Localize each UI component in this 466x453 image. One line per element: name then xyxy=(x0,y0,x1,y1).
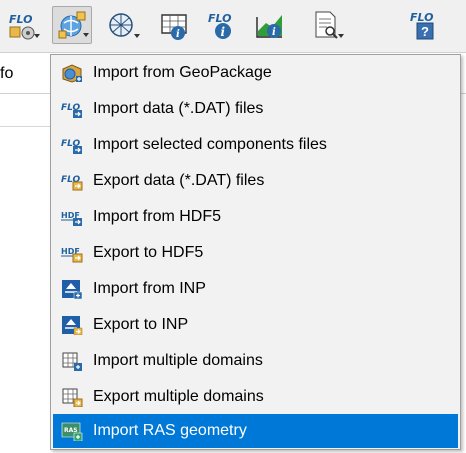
document-search-button[interactable] xyxy=(306,6,346,44)
flo-help-icon: FLO ? xyxy=(410,11,434,40)
hdf5-export-icon: HDF xyxy=(61,247,83,263)
menu-item-import-domains[interactable]: Import multiple domains xyxy=(53,344,458,378)
map-info-icon: i xyxy=(161,14,187,40)
svg-text:FLO: FLO xyxy=(9,13,32,26)
menu-item-import-selected[interactable]: FLO Import selected components files xyxy=(53,128,458,162)
menu-item-export-dat[interactable]: FLO Export data (*.DAT) files xyxy=(53,164,458,198)
svg-text:FLO: FLO xyxy=(208,12,231,25)
menu-item-label: Export multiple domains xyxy=(93,388,264,405)
chevron-down-icon xyxy=(338,34,344,38)
menu-item-label: Import from GeoPackage xyxy=(93,64,272,81)
import-export-button[interactable] xyxy=(52,6,92,44)
svg-text:i: i xyxy=(221,25,226,39)
flo-import-icon: FLO xyxy=(61,103,82,118)
profile-info-button[interactable]: i xyxy=(250,6,290,44)
chevron-down-icon xyxy=(34,34,40,38)
svg-text:?: ? xyxy=(421,24,429,39)
toolbar: FLO i FLO i i FLO ? xyxy=(0,0,466,52)
menu-item-import-geopackage[interactable]: Import from GeoPackage xyxy=(53,56,458,90)
menu-item-export-domains[interactable]: Export multiple domains xyxy=(53,380,458,414)
flo-info-button[interactable]: FLO i xyxy=(202,6,242,44)
flo-export-icon: FLO xyxy=(61,175,83,191)
menu-item-label: Export data (*.DAT) files xyxy=(93,172,265,189)
inp-export-icon xyxy=(62,316,83,335)
menu-item-label: Import selected components files xyxy=(93,136,327,153)
inp-import-icon xyxy=(62,280,83,299)
flo-setup-button[interactable]: FLO xyxy=(2,6,42,44)
chevron-down-icon xyxy=(134,34,140,38)
domains-export-icon xyxy=(62,388,83,407)
divider xyxy=(0,126,50,127)
import-export-menu: Import from GeoPackage FLO Import data (… xyxy=(50,54,461,450)
svg-text:i: i xyxy=(176,29,180,40)
profile-info-icon: i xyxy=(256,15,282,38)
flo-help-button[interactable]: FLO ? xyxy=(404,6,444,44)
menu-item-import-hdf5[interactable]: HDF Import from HDF5 xyxy=(53,200,458,234)
menu-item-label: Import from HDF5 xyxy=(93,208,222,225)
flo-info-icon: FLO i xyxy=(208,12,231,39)
svg-text:i: i xyxy=(272,27,276,38)
menu-item-import-dat[interactable]: FLO Import data (*.DAT) files xyxy=(53,92,458,126)
panel-label: fo xyxy=(0,65,14,82)
domains-import-icon xyxy=(62,352,82,371)
chevron-down-icon xyxy=(83,33,89,37)
menu-item-import-inp[interactable]: Import from INP xyxy=(53,272,458,306)
menu-item-label: Import multiple domains xyxy=(93,352,263,369)
menu-item-label: Import data (*.DAT) files xyxy=(93,100,264,117)
menu-item-import-ras[interactable]: RAS Import RAS geometry xyxy=(53,414,458,448)
menu-item-label: Import from INP xyxy=(93,280,206,297)
ras-import-icon: RAS xyxy=(61,422,83,441)
menu-item-label: Export to INP xyxy=(93,316,189,333)
menu-item-label: Export to HDF5 xyxy=(93,244,204,261)
geopackage-icon xyxy=(62,64,82,83)
flo-import-selected-icon: FLO xyxy=(61,139,82,154)
map-info-button[interactable]: i xyxy=(154,6,194,44)
hdf5-import-icon: HDF xyxy=(61,211,82,226)
menu-item-export-inp[interactable]: Export to INP xyxy=(53,308,458,342)
menu-item-label: Import RAS geometry xyxy=(93,422,247,439)
svg-text:FLO: FLO xyxy=(410,11,433,24)
globe-grid-button[interactable] xyxy=(102,6,142,44)
menu-item-export-hdf5[interactable]: HDF Export to HDF5 xyxy=(53,236,458,270)
